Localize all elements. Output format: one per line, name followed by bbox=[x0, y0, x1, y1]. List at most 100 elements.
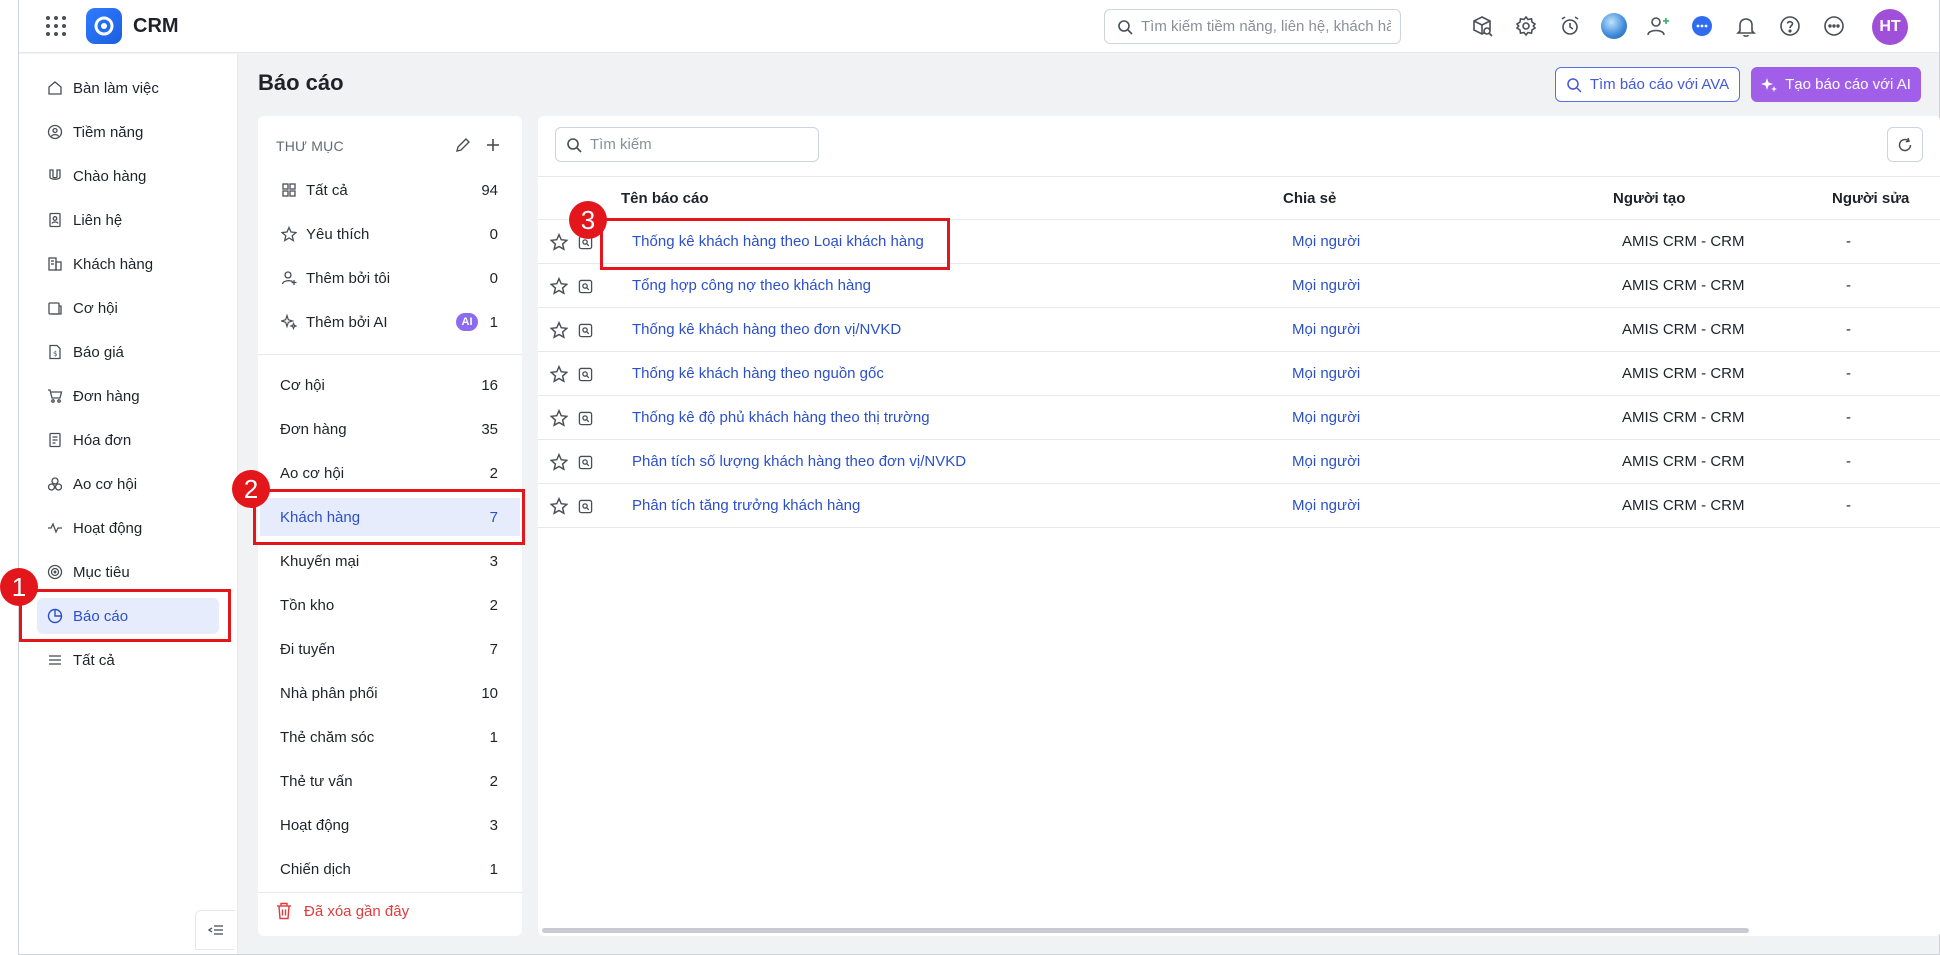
sidebar-item-tat-ca[interactable]: Tất cả bbox=[37, 642, 219, 678]
folder-ton-kho[interactable]: Tồn kho 2 bbox=[260, 586, 520, 624]
sidebar-item-hoat-dong[interactable]: Hoạt động bbox=[37, 510, 219, 546]
sidebar-item-tiem-nang[interactable]: Tiềm năng bbox=[37, 114, 219, 150]
sidebar-item-chao-hang[interactable]: Chào hàng bbox=[37, 158, 219, 194]
sidebar-item-lien-he[interactable]: Liên hệ bbox=[37, 202, 219, 238]
column-header-creator[interactable]: Người tạo bbox=[1613, 190, 1685, 207]
box-search-icon[interactable] bbox=[1467, 10, 1497, 42]
global-search-input[interactable] bbox=[1141, 18, 1391, 35]
favorite-star-icon[interactable] bbox=[549, 452, 569, 472]
folder-label: Nhà phân phối bbox=[280, 684, 378, 702]
folder-khuyen-mai[interactable]: Khuyến mại 3 bbox=[260, 542, 520, 580]
sidebar-item-ban-lam-viec[interactable]: Bàn làm việc bbox=[37, 70, 219, 106]
folder-hoat-dong[interactable]: Hoạt động 3 bbox=[260, 806, 520, 844]
collapse-sidebar-button[interactable] bbox=[195, 910, 235, 950]
report-search-input[interactable] bbox=[590, 136, 810, 153]
report-name-link[interactable]: Thống kê khách hàng theo nguồn gốc bbox=[632, 365, 884, 382]
add-folder-icon[interactable] bbox=[484, 136, 504, 156]
folder-di-tuyen[interactable]: Đi tuyến 7 bbox=[260, 630, 520, 668]
refresh-button[interactable] bbox=[1887, 127, 1923, 162]
gear-icon[interactable] bbox=[1511, 10, 1541, 42]
table-row[interactable]: Tổng hợp công nợ theo khách hàng Mọi ngư… bbox=[538, 264, 1940, 308]
report-creator: AMIS CRM - CRM bbox=[1622, 453, 1745, 470]
report-search[interactable] bbox=[555, 127, 819, 162]
column-header-name[interactable]: Tên báo cáo bbox=[621, 190, 709, 207]
favorite-star-icon[interactable] bbox=[549, 364, 569, 384]
report-name-link[interactable]: Phân tích tăng trưởng khách hàng bbox=[632, 497, 860, 514]
report-creator: AMIS CRM - CRM bbox=[1622, 277, 1745, 294]
find-report-ava-button[interactable]: Tìm báo cáo với AVA bbox=[1555, 67, 1740, 102]
more-icon[interactable] bbox=[1819, 10, 1849, 42]
folder-label: Hoạt động bbox=[280, 816, 350, 834]
column-header-share[interactable]: Chia sẻ bbox=[1283, 190, 1336, 207]
folder-all[interactable]: Tất cả 94 bbox=[260, 171, 520, 209]
horizontal-scrollbar[interactable] bbox=[542, 928, 1749, 933]
table-row[interactable]: Phân tích số lượng khách hàng theo đơn v… bbox=[538, 440, 1940, 484]
table-row[interactable]: Thống kê khách hàng theo đơn vị/NVKD Mọi… bbox=[538, 308, 1940, 352]
folder-chien-dich[interactable]: Chiến dịch 1 bbox=[260, 850, 520, 888]
bell-icon[interactable] bbox=[1731, 10, 1761, 42]
favorite-star-icon[interactable] bbox=[549, 408, 569, 428]
edit-folder-icon[interactable] bbox=[454, 136, 474, 156]
column-header-editor[interactable]: Người sửa bbox=[1832, 190, 1909, 207]
sparkle-icon bbox=[280, 313, 298, 331]
building-icon bbox=[47, 256, 63, 272]
folder-count: 16 bbox=[481, 376, 498, 394]
folder-added-by-ai[interactable]: Thêm bởi AI AI 1 bbox=[260, 303, 520, 341]
folder-count: 3 bbox=[489, 552, 498, 570]
report-name-link[interactable]: Thống kê độ phủ khách hàng theo thị trườ… bbox=[632, 409, 930, 426]
table-row[interactable]: Phân tích tăng trưởng khách hàng Mọi ngư… bbox=[538, 484, 1940, 528]
folder-ao-co-hoi[interactable]: Ao cơ hội 2 bbox=[260, 454, 520, 492]
sidebar-item-khach-hang[interactable]: Khách hàng bbox=[37, 246, 219, 282]
sidebar-item-muc-tieu[interactable]: Mục tiêu bbox=[37, 554, 219, 590]
favorite-star-icon[interactable] bbox=[549, 320, 569, 340]
folder-count: 2 bbox=[489, 596, 498, 614]
help-icon[interactable] bbox=[1775, 10, 1805, 42]
sidebar-item-label: Bàn làm việc bbox=[73, 79, 159, 97]
report-name-link[interactable]: Tổng hợp công nợ theo khách hàng bbox=[632, 277, 871, 294]
pool-icon bbox=[47, 476, 63, 492]
folder-label: Đơn hàng bbox=[280, 420, 347, 438]
report-name-link[interactable]: Phân tích số lượng khách hàng theo đơn v… bbox=[632, 453, 966, 470]
annotation-box-2 bbox=[253, 489, 525, 545]
crm-logo[interactable] bbox=[86, 8, 122, 44]
folder-don-hang[interactable]: Đơn hàng 35 bbox=[260, 410, 520, 448]
alarm-clock-icon[interactable] bbox=[1555, 10, 1585, 42]
favorite-star-icon[interactable] bbox=[549, 276, 569, 296]
folder-added-by-me[interactable]: Thêm bởi tôi 0 bbox=[260, 259, 520, 297]
favorite-star-icon[interactable] bbox=[549, 232, 569, 252]
table-row[interactable]: Thống kê độ phủ khách hàng theo thị trườ… bbox=[538, 396, 1940, 440]
add-user-icon[interactable] bbox=[1643, 10, 1673, 42]
folder-count: 35 bbox=[481, 420, 498, 438]
report-doc-icon bbox=[576, 497, 594, 515]
sidebar-item-ao-co-hoi[interactable]: Ao cơ hội bbox=[37, 466, 219, 502]
sidebar-item-hoa-don[interactable]: Hóa đơn bbox=[37, 422, 219, 458]
report-name-link[interactable]: Thống kê khách hàng theo đơn vị/NVKD bbox=[632, 321, 901, 338]
chat-icon[interactable] bbox=[1687, 10, 1717, 42]
create-report-ai-button[interactable]: Tạo báo cáo với AI bbox=[1751, 67, 1921, 102]
favorite-star-icon[interactable] bbox=[549, 496, 569, 516]
sidebar-item-bao-gia[interactable]: $ Báo giá bbox=[37, 334, 219, 370]
folder-count: 0 bbox=[489, 269, 498, 287]
recently-deleted-link[interactable]: Đã xóa gần đây bbox=[276, 902, 409, 920]
sidebar-item-co-hoi[interactable]: Cơ hội bbox=[37, 290, 219, 326]
folder-co-hoi[interactable]: Cơ hội 16 bbox=[260, 366, 520, 404]
folder-the-tu-van[interactable]: Thẻ tư vấn 2 bbox=[260, 762, 520, 800]
folder-the-cham-soc[interactable]: Thẻ chăm sóc 1 bbox=[260, 718, 520, 756]
ava-button-label: Tìm báo cáo với AVA bbox=[1589, 76, 1730, 93]
report-share: Mọi người bbox=[1292, 321, 1361, 338]
report-share: Mọi người bbox=[1292, 453, 1361, 470]
folder-label: Chiến dịch bbox=[280, 860, 351, 878]
folder-count: 2 bbox=[489, 772, 498, 790]
magnet-icon bbox=[47, 168, 63, 184]
sidebar-item-label: Liên hệ bbox=[73, 211, 123, 229]
trash-icon bbox=[277, 902, 291, 920]
sidebar-item-don-hang[interactable]: Đơn hàng bbox=[37, 378, 219, 414]
user-avatar[interactable]: HT bbox=[1872, 9, 1908, 45]
activity-icon bbox=[47, 520, 63, 536]
folder-nha-phan-phoi[interactable]: Nhà phân phối 10 bbox=[260, 674, 520, 712]
table-row[interactable]: Thống kê khách hàng theo nguồn gốc Mọi n… bbox=[538, 352, 1940, 396]
global-search[interactable] bbox=[1104, 9, 1401, 44]
folder-favorites[interactable]: Yêu thích 0 bbox=[260, 215, 520, 253]
app-launcher-icon[interactable] bbox=[44, 14, 68, 38]
profile-avatar[interactable] bbox=[1599, 10, 1629, 42]
